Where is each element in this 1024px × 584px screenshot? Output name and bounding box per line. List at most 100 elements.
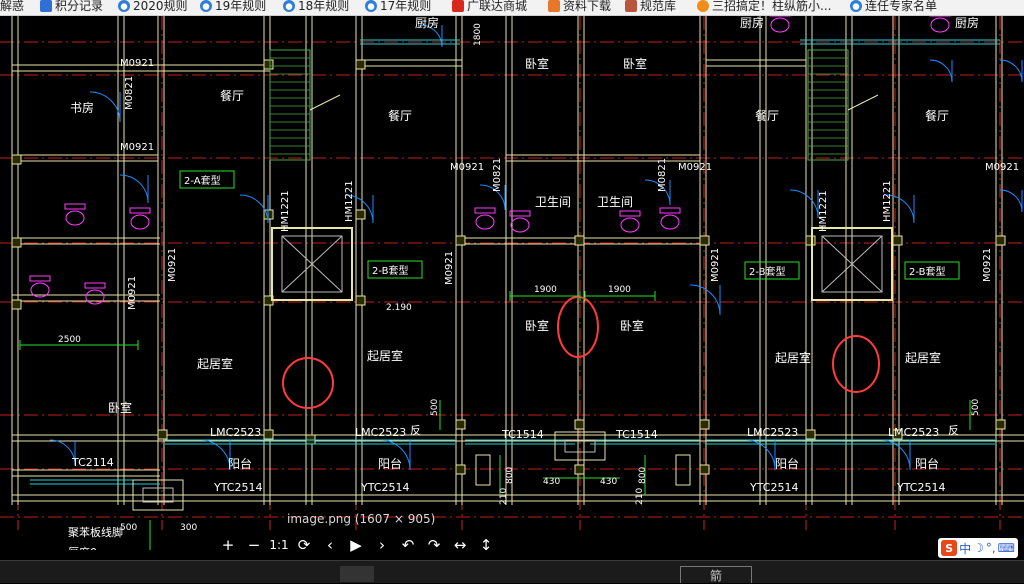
door-label: HM1221: [882, 180, 893, 222]
dimension-label: 2.190: [386, 303, 412, 313]
annotation-label: 反: [410, 424, 421, 437]
dimension-label: 430: [600, 477, 617, 487]
bookmark-item[interactable]: 规范库: [625, 0, 676, 14]
column: [805, 235, 816, 246]
room-label: 卧室: [525, 318, 549, 333]
fixture-tank: [509, 210, 531, 217]
room-label: 卫生间: [597, 195, 633, 209]
column: [157, 429, 168, 440]
window-label: YTC2514: [213, 481, 262, 494]
door-swing: [999, 189, 1023, 213]
door-label: HM1221: [818, 190, 829, 232]
zoom-in-button[interactable]: +: [215, 533, 241, 557]
bookmark-label: 积分记录: [55, 0, 104, 13]
column: [263, 59, 274, 70]
fixture-icon: [65, 210, 85, 226]
bookmark-item[interactable]: 积分记录: [40, 0, 103, 14]
door-label: M0921: [450, 162, 484, 173]
zoom-out-button[interactable]: −: [241, 533, 267, 557]
ime-status-bar[interactable]: S 中 ☽ °, ⌨: [938, 538, 1018, 558]
door-swing: [789, 189, 819, 219]
door-swing: [999, 59, 1023, 83]
next-image-button[interactable]: ›: [369, 533, 395, 557]
door-swing: [929, 59, 953, 83]
column: [995, 419, 1006, 430]
room-label: 卫生间: [535, 195, 571, 209]
ie-icon: [118, 0, 130, 12]
room-label: 书房: [70, 100, 94, 115]
column: [699, 419, 710, 430]
ime-language-toggle[interactable]: 中: [959, 540, 971, 557]
door-label: M0821: [124, 76, 135, 110]
unit-tag: 2-B套型: [372, 264, 408, 277]
room-label: 卧室: [525, 56, 549, 71]
bookmark-label: 19年规则: [215, 0, 267, 13]
door-swing: [689, 284, 721, 316]
door-label: M0921: [127, 276, 138, 310]
unit-tag: 2-A套型: [184, 174, 221, 187]
window-label: YTC2514: [749, 481, 798, 494]
bookmark-item[interactable]: 解惑: [0, 0, 24, 14]
previous-image-button[interactable]: ‹: [317, 533, 343, 557]
bookmark-item[interactable]: 2020规则: [118, 0, 188, 14]
dimension-label: 1900: [608, 285, 631, 295]
bookmark-item[interactable]: 广联达商城: [452, 0, 527, 14]
bookmark-item[interactable]: 连任专家名单: [850, 0, 937, 14]
pdf-icon: [548, 0, 560, 12]
annotation-label: 聚苯板线脚: [68, 525, 123, 539]
fixture-tank: [64, 203, 86, 210]
fixture-tank: [474, 207, 496, 214]
bookmark-item[interactable]: 18年规则: [283, 0, 349, 14]
moon-icon[interactable]: ☽: [973, 541, 984, 555]
window-label: YTC2514: [896, 481, 945, 494]
room-label: 阳台: [915, 456, 939, 471]
dimension-label: 300: [180, 523, 197, 533]
window-box: [675, 454, 691, 486]
stair-rail: [309, 94, 341, 111]
column: [11, 237, 22, 248]
door-label: M0921: [985, 162, 1019, 173]
annotation-label: 反: [948, 424, 959, 437]
fixture-icon: [130, 214, 150, 230]
stair: [269, 49, 311, 161]
room-label: 起居室: [775, 350, 811, 365]
door-label: M0821: [492, 158, 503, 192]
play-slideshow-button[interactable]: ▶: [343, 533, 369, 557]
orange-icon: [697, 0, 709, 12]
markup-circle: [282, 357, 334, 409]
room-label: 阳台: [378, 456, 402, 471]
room-label: 起居室: [367, 348, 403, 363]
column: [574, 235, 585, 246]
flip-vertical-icon[interactable]: ↕: [473, 533, 499, 557]
rotate-right-icon[interactable]: ↷: [421, 533, 447, 557]
flip-horizontal-icon[interactable]: ↔: [447, 533, 473, 557]
bookmark-item[interactable]: 资料下载: [548, 0, 611, 14]
fixture-tank: [659, 207, 681, 214]
bookmark-label: 17年规则: [380, 0, 432, 13]
column: [995, 235, 1006, 246]
punctuation-toggle[interactable]: °,: [986, 541, 996, 555]
dimension-label: 2500: [58, 335, 81, 345]
room-label: 餐厅: [220, 88, 244, 103]
actual-size-button[interactable]: 1:1: [267, 533, 291, 557]
door-label: HM1221: [280, 190, 291, 232]
bookmark-item[interactable]: 三招搞定！柱纵筋小...: [697, 0, 831, 14]
window-label: LMC2523: [747, 426, 798, 439]
rotate-left-icon[interactable]: ↶: [395, 533, 421, 557]
bookmark-label: 广联达商城: [467, 0, 528, 13]
keyboard-icon[interactable]: ⌨: [998, 541, 1015, 555]
door-label: M0921: [710, 248, 721, 282]
ie-icon: [365, 0, 377, 12]
bookmark-item[interactable]: 19年规则: [200, 0, 266, 14]
fixture-tank: [29, 275, 51, 282]
taskbar-item[interactable]: 箭: [680, 566, 752, 583]
taskbar-thumbnail[interactable]: [340, 566, 374, 582]
fixture-tank: [84, 282, 106, 289]
fixture-tank: [129, 207, 151, 214]
fixture-tank: [619, 210, 641, 217]
reset-icon[interactable]: ⟳: [291, 533, 317, 557]
bookmark-item[interactable]: 17年规则: [365, 0, 431, 14]
bookmark-label: 18年规则: [298, 0, 350, 13]
column: [263, 429, 274, 440]
dimension-label: 430: [543, 477, 560, 487]
